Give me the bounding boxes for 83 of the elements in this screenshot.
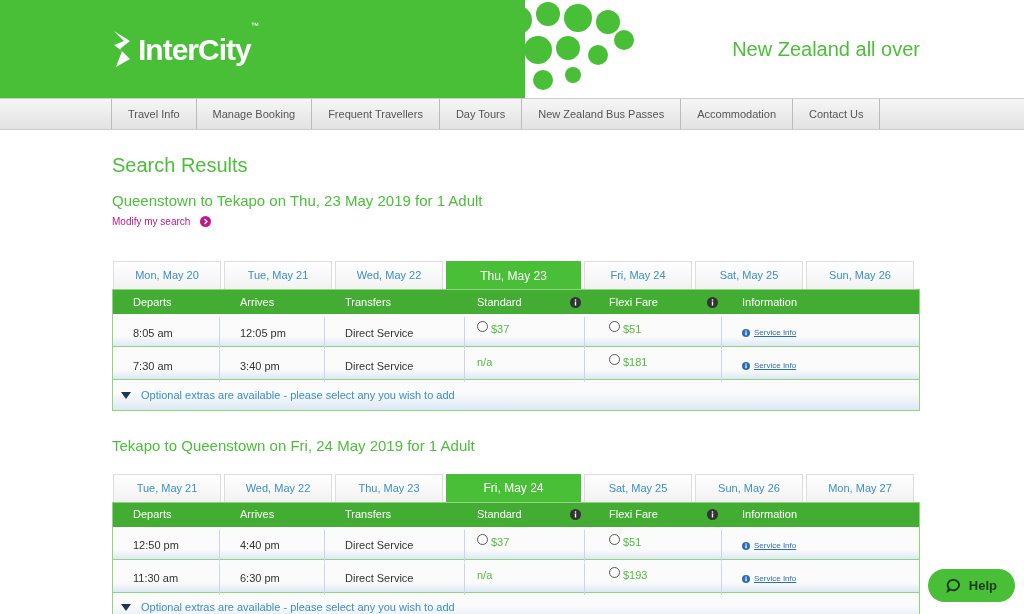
trip-title: Queenstown to Tekapo on Thu, 23 May 2019 for 1 Adult (112, 191, 484, 211)
service-info-link[interactable]: Service Info (742, 360, 797, 372)
info-icon (742, 574, 750, 583)
column-header: Arrives (240, 507, 275, 523)
nav-link-item[interactable]: Travel Info (111, 99, 196, 129)
column-header: Standard (477, 294, 522, 310)
tagline: New Zealand all over (732, 37, 920, 62)
column-header: Transfers (345, 507, 392, 523)
nav-link-item[interactable]: New Zealand Bus Passes (521, 99, 681, 129)
nav-link-item[interactable]: Frequent Travellers (311, 99, 439, 129)
nav-link-item[interactable]: Contact Us (792, 99, 881, 129)
date-tab[interactable]: Sun, May 26 (806, 261, 914, 289)
column-header: Flexi Fare (609, 507, 658, 523)
date-tab[interactable]: Wed, May 22 (224, 473, 332, 502)
fare-radio[interactable] (477, 533, 488, 545)
page-title: Search Results (112, 153, 249, 178)
table-cell-text: 11:30 am (133, 571, 179, 587)
info-icon (742, 541, 750, 550)
service-info-link[interactable]: Service Info (742, 572, 797, 585)
help-button[interactable]: Help (927, 568, 1015, 602)
fare-price: $51 (623, 534, 642, 550)
date-tab[interactable]: Mon, May 20 (113, 261, 221, 289)
service-info-link[interactable]: Service Info (742, 327, 797, 339)
info-icon (742, 329, 750, 337)
table-cell-text: Direct Service (345, 358, 414, 374)
nav-link-item[interactable]: Day Tours (438, 99, 522, 129)
fare-price: $37 (491, 322, 510, 337)
fare-price: $37 (491, 534, 510, 550)
date-tab[interactable]: Sat, May 25 (695, 261, 803, 289)
nav-link-item[interactable]: Accommodation (680, 99, 793, 129)
table-cell-text: 6:30 pm (240, 571, 280, 587)
fare-radio[interactable] (609, 321, 620, 332)
table-cell-text: Direct Service (345, 325, 414, 341)
fare-radio[interactable] (477, 321, 488, 332)
info-icon (742, 362, 750, 370)
date-tab[interactable]: Thu, May 23 (335, 473, 443, 502)
trademark-symbol: ™ (250, 20, 259, 32)
table-cell-text: 8:05 am (133, 325, 173, 341)
date-tab[interactable]: Tue, May 21 (224, 261, 332, 289)
column-header: Departs (133, 507, 172, 523)
date-tab[interactable]: Wed, May 22 (335, 261, 443, 289)
date-tab[interactable]: Sun, May 26 (695, 473, 803, 502)
column-header: Departs (133, 294, 172, 310)
date-tab[interactable]: Mon, May 27 (806, 473, 914, 502)
info-icon[interactable] (570, 509, 581, 520)
nav-link-item[interactable]: Manage Booking (195, 99, 312, 129)
table-cell-text: 12:50 pm (133, 538, 179, 554)
service-info-link[interactable]: Service Info (742, 539, 797, 552)
column-header: Transfers (345, 294, 392, 310)
date-tab[interactable]: Fri, May 24 (584, 261, 692, 289)
expand-triangle-icon[interactable] (121, 604, 131, 611)
column-header: Flexi Fare (609, 294, 658, 310)
column-header: Arrives (240, 294, 275, 310)
logo-text: InterCity (138, 31, 251, 68)
fare-price: $193 (623, 567, 648, 583)
table-cell-text: Direct Service (345, 538, 414, 554)
info-icon[interactable] (707, 296, 718, 308)
fare-unavailable: n/a (477, 355, 493, 370)
table-cell-text: 7:30 am (133, 358, 173, 374)
modify-search-link[interactable]: Modify my search (112, 213, 212, 229)
table-cell-text: 12:05 pm (240, 325, 286, 341)
fare-price: $51 (623, 322, 642, 337)
expand-triangle-icon[interactable] (121, 391, 131, 399)
date-tab[interactable]: Sat, May 25 (584, 473, 692, 502)
column-header: Information (742, 507, 798, 523)
fare-price: $181 (623, 355, 648, 370)
table-cell-text: 4:40 pm (240, 538, 280, 554)
fare-radio[interactable] (609, 354, 620, 365)
date-tab[interactable]: Thu, May 23 (446, 261, 581, 289)
table-cell-text: 3:40 pm (240, 358, 280, 374)
chat-bubble-icon (945, 577, 961, 593)
arrow-circle-icon (200, 215, 212, 227)
column-header: Standard (477, 507, 522, 523)
fare-unavailable: n/a (477, 567, 493, 583)
info-icon[interactable] (707, 509, 718, 520)
info-icon[interactable] (570, 296, 581, 308)
fare-radio[interactable] (609, 533, 620, 545)
date-tab[interactable]: Tue, May 21 (113, 473, 221, 502)
trip-title: Tekapo to Queenstown on Fri, 24 May 2019 for 1 Adult (112, 436, 476, 456)
date-tab[interactable]: Fri, May 24 (446, 473, 581, 502)
column-header: Information (742, 294, 798, 310)
fare-radio[interactable] (609, 566, 620, 578)
table-cell-text: Direct Service (345, 571, 414, 587)
